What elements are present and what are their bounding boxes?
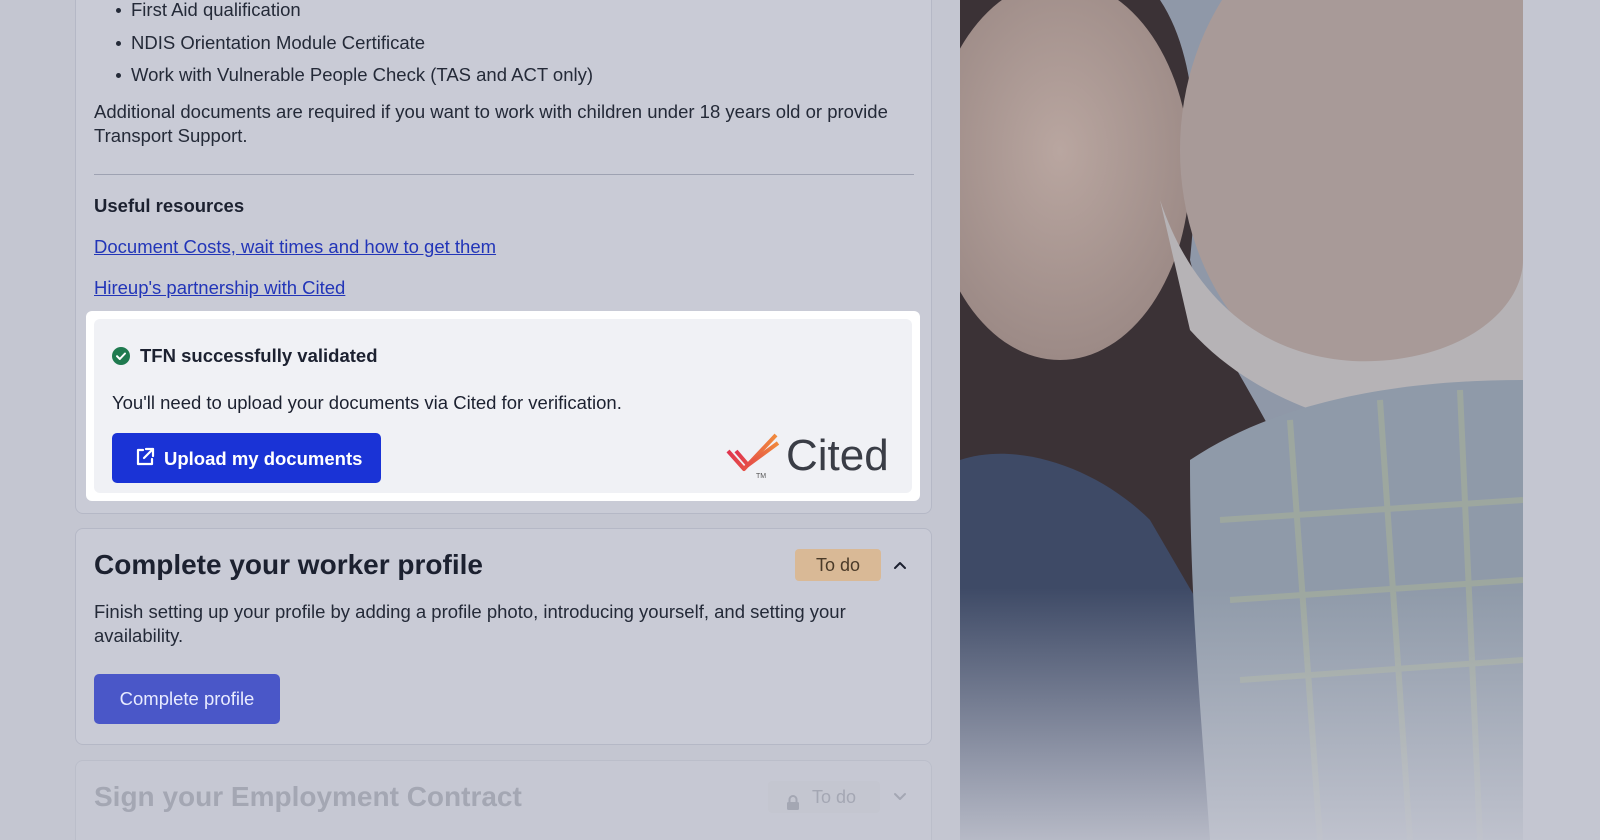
chevron-up-icon[interactable] bbox=[893, 557, 907, 575]
tfn-instructions: You'll need to upload your documents via… bbox=[112, 392, 622, 413]
complete-profile-button[interactable]: Complete profile bbox=[94, 674, 280, 724]
onboarding-steps-panel: First Aid qualification NDIS Orientation… bbox=[0, 0, 960, 840]
document-costs-link[interactable]: Document Costs, wait times and how to ge… bbox=[94, 236, 496, 258]
chevron-down-icon[interactable] bbox=[893, 789, 907, 807]
useful-resources-heading: Useful resources bbox=[94, 195, 245, 216]
status-badge: To do bbox=[768, 781, 880, 813]
contract-step-title: Sign your Employment Contract bbox=[94, 781, 522, 812]
lock-icon bbox=[786, 789, 800, 821]
required-documents-list: First Aid qualification NDIS Orientation… bbox=[113, 0, 593, 92]
right-gutter bbox=[1523, 0, 1600, 840]
list-item: First Aid qualification bbox=[113, 0, 593, 27]
list-item: NDIS Orientation Module Certificate bbox=[113, 27, 593, 60]
cited-partnership-link[interactable]: Hireup's partnership with Cited bbox=[94, 277, 345, 299]
profile-step-title: Complete your worker profile bbox=[94, 549, 483, 580]
trademark-mark: TM bbox=[756, 473, 766, 480]
tfn-status-title: TFN successfully validated bbox=[140, 345, 378, 366]
profile-step-description: Finish setting up your profile by adding… bbox=[94, 601, 846, 646]
divider bbox=[94, 174, 914, 175]
tfn-highlight-frame: TFN successfully validated You'll need t… bbox=[86, 311, 920, 501]
cited-logo: TM Cited bbox=[726, 431, 889, 481]
upload-documents-button[interactable]: Upload my documents bbox=[112, 433, 381, 483]
employment-contract-step-card: Sign your Employment Contract To do bbox=[75, 760, 932, 840]
status-badge: To do bbox=[795, 549, 881, 581]
tfn-validation-panel: TFN successfully validated You'll need t… bbox=[94, 319, 912, 493]
upload-button-label: Upload my documents bbox=[164, 448, 363, 469]
list-item: Work with Vulnerable People Check (TAS a… bbox=[113, 59, 593, 92]
worker-profile-step-card: Complete your worker profile To do Finis… bbox=[75, 528, 932, 745]
hero-photo bbox=[960, 0, 1523, 840]
additional-documents-note: Additional documents are required if you… bbox=[94, 101, 888, 146]
check-circle-icon bbox=[112, 347, 130, 365]
status-badge-label: To do bbox=[812, 787, 857, 807]
external-link-icon bbox=[134, 446, 156, 473]
cited-logo-text: Cited bbox=[786, 431, 889, 480]
